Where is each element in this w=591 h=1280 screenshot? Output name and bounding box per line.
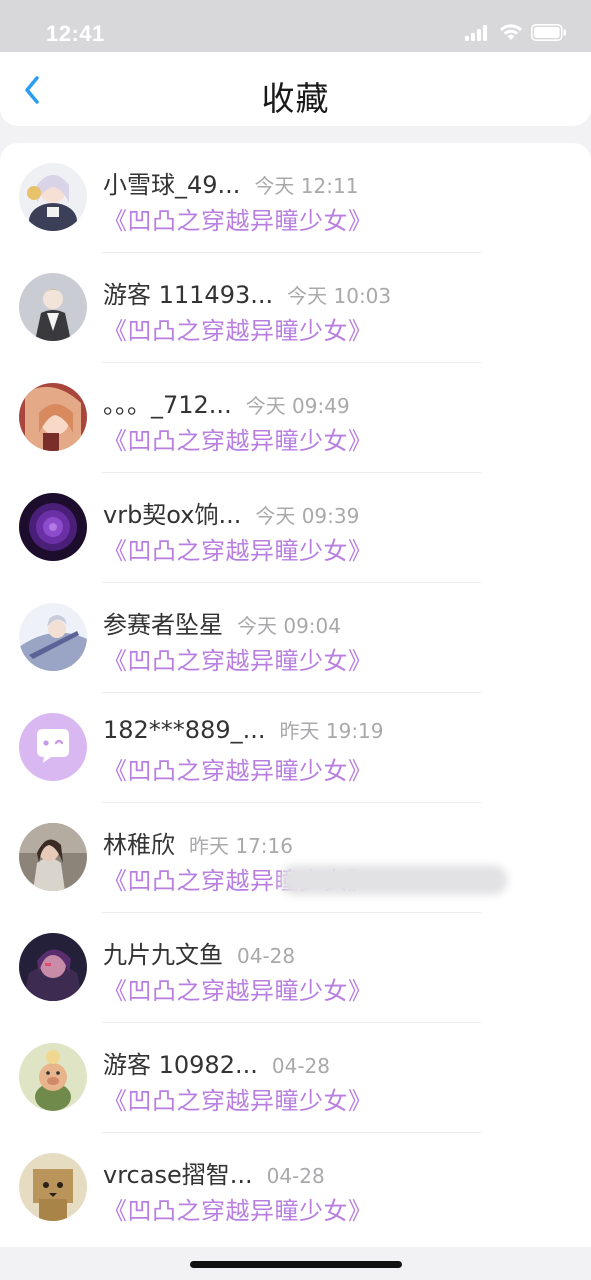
user-name: 九片九文鱼 bbox=[103, 941, 223, 969]
list-item[interactable]: 。。。_712... 今天 09:49 《凹凸之穿越异瞳少女》 bbox=[0, 363, 591, 473]
book-title[interactable]: 《凹凸之穿越异瞳少女》 bbox=[103, 641, 373, 676]
time-stamp: 04-28 bbox=[266, 1164, 325, 1188]
favorites-screen: 12:41 收藏 小雪球_49... 今天 12:11 《凹凸之穿越异瞳少女》 … bbox=[0, 0, 591, 1280]
cartoon-pig-avatar bbox=[19, 1043, 87, 1111]
status-time: 12:41 bbox=[46, 21, 105, 46]
row-head: vrcase摺智... 04-28 bbox=[103, 1155, 325, 1190]
row-head: 小雪球_49... 今天 12:11 bbox=[103, 165, 358, 200]
user-name: vrcase摺智... bbox=[103, 1161, 253, 1189]
list-item[interactable]: vrcase摺智... 04-28 《凹凸之穿越异瞳少女》 bbox=[0, 1133, 591, 1243]
danbo-box-avatar bbox=[19, 1153, 87, 1221]
anime-girl-avatar bbox=[19, 163, 87, 231]
book-title[interactable]: 《凹凸之穿越异瞳少女》 bbox=[103, 311, 373, 346]
wifi-icon bbox=[500, 24, 522, 40]
anime-boy-avatar bbox=[19, 273, 87, 341]
time-stamp: 今天 09:39 bbox=[255, 504, 360, 528]
home-indicator bbox=[190, 1261, 402, 1268]
list-item[interactable]: 游客 10982... 04-28 《凹凸之穿越异瞳少女》 bbox=[0, 1023, 591, 1133]
time-stamp: 今天 09:04 bbox=[237, 614, 341, 638]
time-stamp: 今天 12:11 bbox=[254, 174, 359, 198]
list-item[interactable]: 182***889_... 昨天 19:19 《凹凸之穿越异瞳少女》 bbox=[0, 693, 591, 803]
row-head: 游客 10982... 04-28 bbox=[103, 1045, 330, 1080]
favorites-list: 小雪球_49... 今天 12:11 《凹凸之穿越异瞳少女》 游客 111493… bbox=[0, 143, 591, 1247]
anime-girl-red-avatar bbox=[19, 383, 87, 451]
user-name: 182***889_... bbox=[103, 716, 266, 744]
row-head: 九片九文鱼 04-28 bbox=[103, 935, 295, 970]
nav-bar: 收藏 bbox=[0, 52, 591, 126]
battery-icon bbox=[531, 24, 566, 41]
user-name: 。。。_712... bbox=[103, 391, 232, 419]
status-bar: 12:41 bbox=[0, 0, 591, 52]
time-stamp: 昨天 19:19 bbox=[279, 719, 384, 743]
user-name: 游客 111493... bbox=[103, 281, 274, 309]
row-head: 182***889_... 昨天 19:19 bbox=[103, 715, 384, 744]
user-name: 小雪球_49... bbox=[103, 171, 241, 199]
purple-rose-avatar bbox=[19, 493, 87, 561]
book-title[interactable]: 《凹凸之穿越异瞳少女》 bbox=[103, 531, 373, 566]
photo-girl-avatar bbox=[19, 823, 87, 891]
default-chat-avatar bbox=[19, 713, 87, 781]
list-item[interactable]: 林稚欣 昨天 17:16 《凹凸之穿越异瞳少女》 bbox=[0, 803, 591, 913]
time-stamp: 今天 09:49 bbox=[245, 394, 350, 418]
list-item[interactable]: vrb契ox饷... 今天 09:39 《凹凸之穿越异瞳少女》 bbox=[0, 473, 591, 583]
user-name: vrb契ox饷... bbox=[103, 501, 242, 529]
user-name: 游客 10982... bbox=[103, 1051, 258, 1079]
anime-warrior-avatar bbox=[19, 603, 87, 671]
signal-icon bbox=[465, 24, 487, 41]
list-item[interactable]: 小雪球_49... 今天 12:11 《凹凸之穿越异瞳少女》 bbox=[0, 143, 591, 253]
row-head: 参赛者坠星 今天 09:04 bbox=[103, 605, 341, 640]
page-title: 收藏 bbox=[261, 79, 330, 118]
book-title[interactable]: 《凹凸之穿越异瞳少女》 bbox=[103, 1191, 373, 1226]
list-item[interactable]: 游客 111493... 今天 10:03 《凹凸之穿越异瞳少女》 bbox=[0, 253, 591, 363]
list-item[interactable]: 九片九文鱼 04-28 《凹凸之穿越异瞳少女》 bbox=[0, 913, 591, 1023]
dark-anime-avatar bbox=[19, 933, 87, 1001]
time-stamp: 04-28 bbox=[237, 944, 296, 968]
book-title[interactable]: 《凹凸之穿越异瞳少女》 bbox=[103, 421, 373, 456]
book-title[interactable]: 《凹凸之穿越异瞳少女》 bbox=[103, 971, 373, 1006]
row-head: vrb契ox饷... 今天 09:39 bbox=[103, 495, 359, 530]
book-title[interactable]: 《凹凸之穿越异瞳少女》 bbox=[103, 751, 373, 786]
row-head: 游客 111493... 今天 10:03 bbox=[103, 275, 391, 310]
book-title[interactable]: 《凹凸之穿越异瞳少女》 bbox=[103, 1081, 373, 1116]
row-head: 林稚欣 昨天 17:16 bbox=[103, 825, 293, 860]
row-head: 。。。_712... 今天 09:49 bbox=[103, 385, 350, 420]
time-stamp: 今天 10:03 bbox=[287, 284, 392, 308]
time-stamp: 昨天 17:16 bbox=[189, 834, 293, 858]
user-name: 参赛者坠星 bbox=[103, 611, 223, 639]
book-title[interactable]: 《凹凸之穿越异瞳少女》 bbox=[103, 201, 373, 236]
list-item[interactable]: 参赛者坠星 今天 09:04 《凹凸之穿越异瞳少女》 bbox=[0, 583, 591, 693]
time-stamp: 04-28 bbox=[271, 1054, 330, 1078]
redaction-blur bbox=[280, 865, 508, 895]
user-name: 林稚欣 bbox=[103, 831, 175, 859]
status-icons bbox=[465, 24, 567, 41]
